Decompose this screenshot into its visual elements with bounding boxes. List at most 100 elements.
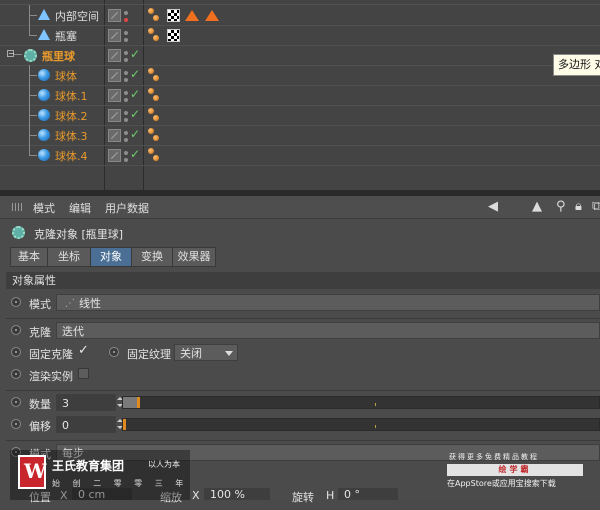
tab-transform[interactable]: 变换 [131,247,173,267]
enabled-check-icon[interactable]: ✓ [130,107,140,121]
phong-tag-icon[interactable] [148,128,154,134]
editor-visibility-dot[interactable] [124,31,128,35]
editor-visibility-dot[interactable] [124,71,128,75]
menu-user-data[interactable]: 用户数据 [105,200,149,216]
render-visibility-dot[interactable] [124,138,128,142]
object-label[interactable]: 球体.2 [55,108,88,124]
animate-radio[interactable] [109,347,119,357]
back-arrow-icon[interactable]: ◀ [488,200,498,214]
object-row-sphere[interactable]: 球体.2 ✓ [0,105,600,126]
layer-icon[interactable] [108,9,121,22]
render-visibility-dot[interactable] [124,38,128,42]
tab-coordinates[interactable]: 坐标 [47,247,91,267]
object-row-sphere[interactable]: 球体.1 ✓ [0,85,600,106]
animate-radio[interactable] [11,369,21,379]
rotation-h-input[interactable]: 0 ° [338,488,398,501]
render-visibility-dot[interactable] [124,118,128,122]
slider-knob[interactable] [123,397,137,408]
render-visibility-dot[interactable] [124,158,128,162]
animate-radio[interactable] [11,419,21,429]
fix-clone-checkbox[interactable]: ✓ [78,343,89,358]
object-label[interactable]: 内部空间 [55,8,99,24]
warning-icon[interactable] [205,10,219,21]
tab-effectors[interactable]: 效果器 [172,247,216,267]
layer-icon[interactable] [108,89,121,102]
search-icon[interactable]: ⚲ [556,200,566,214]
clones-dropdown[interactable]: 迭代 [56,322,600,339]
menu-edit[interactable]: 编辑 [69,200,91,216]
phong-tag-icon[interactable] [153,15,159,21]
cursor-arrow-icon[interactable]: ▲ [532,200,542,214]
object-row-cloner[interactable]: − 瓶里球 ✓ [0,45,600,66]
scale-x-input[interactable]: 100 % [204,488,270,501]
render-instances-checkbox[interactable] [78,368,89,379]
editor-visibility-dot[interactable] [124,131,128,135]
offset-input[interactable]: 0 [56,416,116,433]
param-label: 渲染实例 [29,370,73,383]
render-visibility-dot[interactable] [124,58,128,62]
lock-icon[interactable]: 🔒︎ [575,200,582,214]
material-tag-icon[interactable] [167,9,180,22]
editor-visibility-dot[interactable] [124,51,128,55]
phong-tag-icon[interactable] [153,35,159,41]
material-tag-icon[interactable] [167,29,180,42]
divider [6,318,600,319]
object-label[interactable]: 瓶里球 [42,48,75,64]
tab-object[interactable]: 对象 [90,247,132,267]
phong-tag-icon[interactable] [153,115,159,121]
object-row-stopper[interactable]: 瓶塞 [0,25,600,46]
layer-icon[interactable] [108,109,121,122]
tab-basic[interactable]: 基本 [10,247,48,267]
enabled-check-icon[interactable]: ✓ [130,67,140,81]
phong-tag-icon[interactable] [153,135,159,141]
object-row-inner-space[interactable]: 内部空间 [0,5,600,26]
warning-icon[interactable] [185,10,199,21]
object-label[interactable]: 球体.1 [55,88,88,104]
grip-icon[interactable] [12,203,24,211]
enabled-check-icon[interactable]: ✓ [130,47,140,61]
animate-radio[interactable] [11,347,21,357]
phong-tag-icon[interactable] [148,68,154,74]
phong-tag-icon[interactable] [153,95,159,101]
object-label[interactable]: 球体.4 [55,148,88,164]
render-visibility-dot[interactable] [124,18,128,22]
editor-visibility-dot[interactable] [124,111,128,115]
object-label[interactable]: 瓶塞 [55,28,77,44]
mode-dropdown[interactable]: ⋰ 线性 [56,294,600,311]
editor-visibility-dot[interactable] [124,91,128,95]
layer-icon[interactable] [108,69,121,82]
count-slider[interactable] [122,396,600,409]
phong-tag-icon[interactable] [148,108,154,114]
fix-texture-dropdown[interactable]: 关闭 [174,344,238,361]
render-visibility-dot[interactable] [124,78,128,82]
enabled-check-icon[interactable]: ✓ [130,87,140,101]
object-label[interactable]: 球体.3 [55,128,88,144]
object-label[interactable]: 球体 [55,68,77,84]
offset-slider[interactable] [122,418,600,431]
render-visibility-dot[interactable] [124,98,128,102]
count-input[interactable]: 3 [56,394,116,411]
layer-icon[interactable] [108,129,121,142]
phong-tag-icon[interactable] [148,88,154,94]
layer-icon[interactable] [108,29,121,42]
phong-tag-icon[interactable] [148,28,154,34]
phong-tag-icon[interactable] [153,155,159,161]
layer-icon[interactable] [108,149,121,162]
object-row-sphere[interactable]: 球体.3 ✓ [0,125,600,146]
new-window-icon[interactable]: ⧉ [592,200,600,214]
animate-radio[interactable] [11,397,21,407]
layer-icon[interactable] [108,49,121,62]
menu-mode[interactable]: 模式 [33,200,55,216]
animate-radio[interactable] [11,325,21,335]
object-row-sphere[interactable]: 球体.4 ✓ [0,145,600,166]
editor-visibility-dot[interactable] [124,11,128,15]
editor-visibility-dot[interactable] [124,151,128,155]
phong-tag-icon[interactable] [148,148,154,154]
object-row-sphere[interactable]: 球体 ✓ [0,65,600,86]
collapse-toggle-icon[interactable]: − [7,50,15,58]
enabled-check-icon[interactable]: ✓ [130,127,140,141]
phong-tag-icon[interactable] [153,75,159,81]
enabled-check-icon[interactable]: ✓ [130,147,140,161]
phong-tag-icon[interactable] [148,8,154,14]
animate-radio[interactable] [11,297,21,307]
